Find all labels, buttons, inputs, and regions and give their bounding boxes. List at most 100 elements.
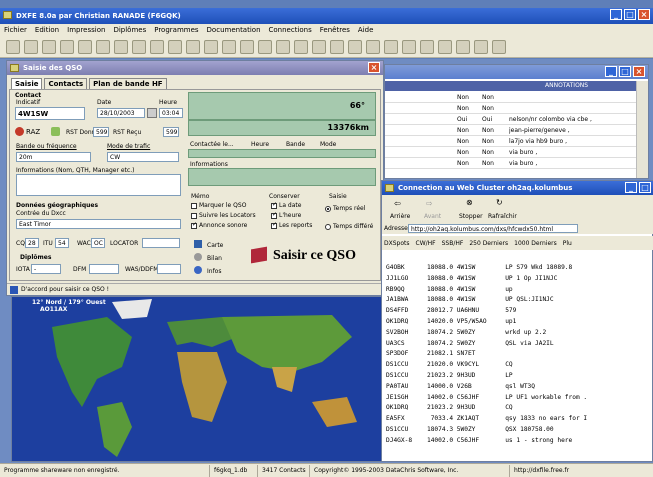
toolbar-button-8[interactable] xyxy=(150,39,164,54)
toolbar-button-13[interactable] xyxy=(240,39,254,54)
menu-item-3[interactable]: Diplômes xyxy=(113,26,146,34)
toolbar-button-10[interactable] xyxy=(186,39,200,54)
saisie_items-option[interactable]: Temps réel xyxy=(325,205,373,223)
conserver_items-option[interactable]: Les reports xyxy=(271,221,312,232)
cluster-link[interactable]: CW/HF xyxy=(416,240,436,247)
infos-icon[interactable] xyxy=(194,266,202,274)
mode-select[interactable]: CW xyxy=(107,152,179,162)
close-icon[interactable]: × xyxy=(638,9,650,20)
heure-input[interactable]: 03:04 xyxy=(159,108,183,118)
conserver_items-option[interactable]: La date xyxy=(271,201,312,212)
radio-icon[interactable] xyxy=(325,205,331,212)
toolbar-button-1[interactable] xyxy=(24,39,38,54)
conserver_items-option[interactable]: L'heure xyxy=(271,211,312,222)
minimize-icon[interactable]: _ xyxy=(605,66,617,77)
itu-input[interactable]: 54 xyxy=(55,238,69,248)
maximize-icon[interactable]: □ xyxy=(619,66,631,77)
bilan-icon[interactable] xyxy=(194,253,202,261)
toolbar-button-11[interactable] xyxy=(204,39,218,54)
checkbox-icon[interactable] xyxy=(191,221,197,229)
toolbar-button-18[interactable] xyxy=(330,39,344,54)
toolbar-button-17[interactable] xyxy=(312,39,326,54)
toolbar-button-14[interactable] xyxy=(258,39,272,54)
band-select[interactable]: 20m xyxy=(16,152,91,162)
maximize-icon[interactable]: □ xyxy=(639,182,651,193)
cluster-link[interactable]: SSB/HF xyxy=(442,240,464,247)
dxcc-select[interactable]: East Timor xyxy=(16,219,181,229)
table-row[interactable]: Non Non via buro , xyxy=(385,147,636,158)
toolbar-button-4[interactable] xyxy=(78,39,92,54)
status-url[interactable]: http://dxfile.free.fr xyxy=(510,465,573,477)
toolbar-button-21[interactable] xyxy=(384,39,398,54)
minimize-icon[interactable]: _ xyxy=(625,182,637,193)
menu-item-0[interactable]: Fichier xyxy=(4,26,27,34)
checkbox-icon[interactable] xyxy=(191,202,197,209)
menu-item-8[interactable]: Aide xyxy=(358,26,373,34)
toolbar-button-22[interactable] xyxy=(402,39,416,54)
rst-donne-input[interactable]: 599 xyxy=(93,127,109,137)
menu-item-6[interactable]: Connections xyxy=(269,26,312,34)
checkbox-icon[interactable] xyxy=(271,221,277,229)
raz-icon[interactable] xyxy=(15,127,24,136)
menu-item-1[interactable]: Edition xyxy=(35,26,59,34)
table-row[interactable]: Oui Oui nelson/nr colombo via cbe , xyxy=(385,114,636,125)
cluster-link[interactable]: 1000 Derniers xyxy=(514,240,557,247)
table-row[interactable]: Non Non xyxy=(385,103,636,114)
saisir-button[interactable]: Saisir ce QSO xyxy=(249,242,375,272)
refresh-icon[interactable]: ↻ xyxy=(496,198,503,207)
cluster-link[interactable]: Plu xyxy=(563,240,572,247)
toolbar-button-27[interactable] xyxy=(492,39,506,54)
toolbar-button-15[interactable] xyxy=(276,39,290,54)
date-input[interactable]: 28/10/2003 xyxy=(97,108,145,118)
maximize-icon[interactable]: □ xyxy=(624,9,636,20)
checkbox-icon[interactable] xyxy=(191,212,197,219)
log-scrollbar[interactable] xyxy=(636,81,648,178)
menu-item-7[interactable]: Fenêtres xyxy=(320,26,350,34)
table-row[interactable]: Non Non via buro , xyxy=(385,158,636,169)
refresh-button[interactable]: Rafraîchir xyxy=(488,213,517,220)
wac-input[interactable]: OC xyxy=(91,238,105,248)
tab-plan-de-bande[interactable]: Plan de bande HF xyxy=(89,78,167,89)
minimize-icon[interactable]: _ xyxy=(610,9,622,20)
carte-button[interactable]: Carte xyxy=(207,242,223,249)
carte-icon[interactable] xyxy=(194,240,202,248)
rst-recu-input[interactable]: 599 xyxy=(163,127,179,137)
toolbar-button-6[interactable] xyxy=(114,39,128,54)
cluster-link[interactable]: DXSpots xyxy=(384,240,410,247)
was-input[interactable] xyxy=(157,264,181,274)
toolbar-button-25[interactable] xyxy=(456,39,470,54)
toolbar-button-12[interactable] xyxy=(222,39,236,54)
radio-icon[interactable] xyxy=(325,223,331,230)
back-icon[interactable]: ⇦ xyxy=(394,199,401,208)
raz-button[interactable]: RAZ xyxy=(26,128,40,136)
menu-item-5[interactable]: Documentation xyxy=(207,26,261,34)
toolbar-button-5[interactable] xyxy=(96,39,110,54)
checkbox-icon[interactable] xyxy=(271,211,277,219)
forward-button[interactable]: Avant xyxy=(424,213,441,220)
toolbar-button-20[interactable] xyxy=(366,39,380,54)
dfm-input[interactable] xyxy=(89,264,119,274)
tab-contacts[interactable]: Contacts xyxy=(44,78,88,89)
iota-input[interactable]: - xyxy=(31,264,61,274)
toolbar-button-26[interactable] xyxy=(474,39,488,54)
memo_items-option[interactable]: Annonce sonore xyxy=(191,221,256,232)
address-input[interactable]: http://oh2aq.kolumbus.com/dxs/hfcwdx50.h… xyxy=(408,224,578,233)
memo_items-option[interactable]: Suivre les Locators xyxy=(191,212,256,222)
world-map[interactable] xyxy=(12,297,384,462)
stop-button[interactable]: Stopper xyxy=(459,213,483,220)
tab-saisie[interactable]: Saisie xyxy=(11,78,43,89)
checkbox-icon[interactable] xyxy=(271,201,277,209)
refresh-icon[interactable] xyxy=(51,127,60,136)
toolbar-button-2[interactable] xyxy=(42,39,56,54)
close-icon[interactable]: × xyxy=(633,66,645,77)
back-button[interactable]: Arrière xyxy=(390,213,410,220)
infos-button[interactable]: Infos xyxy=(207,268,221,275)
stop-icon[interactable]: ⊗ xyxy=(466,198,473,207)
toolbar-button-9[interactable] xyxy=(168,39,182,54)
toolbar-button-19[interactable] xyxy=(348,39,362,54)
calendar-icon[interactable] xyxy=(147,108,157,118)
toolbar-button-0[interactable] xyxy=(6,39,20,54)
table-row[interactable]: Non Non xyxy=(385,92,636,103)
close-icon[interactable]: × xyxy=(368,62,380,73)
toolbar-button-16[interactable] xyxy=(294,39,308,54)
